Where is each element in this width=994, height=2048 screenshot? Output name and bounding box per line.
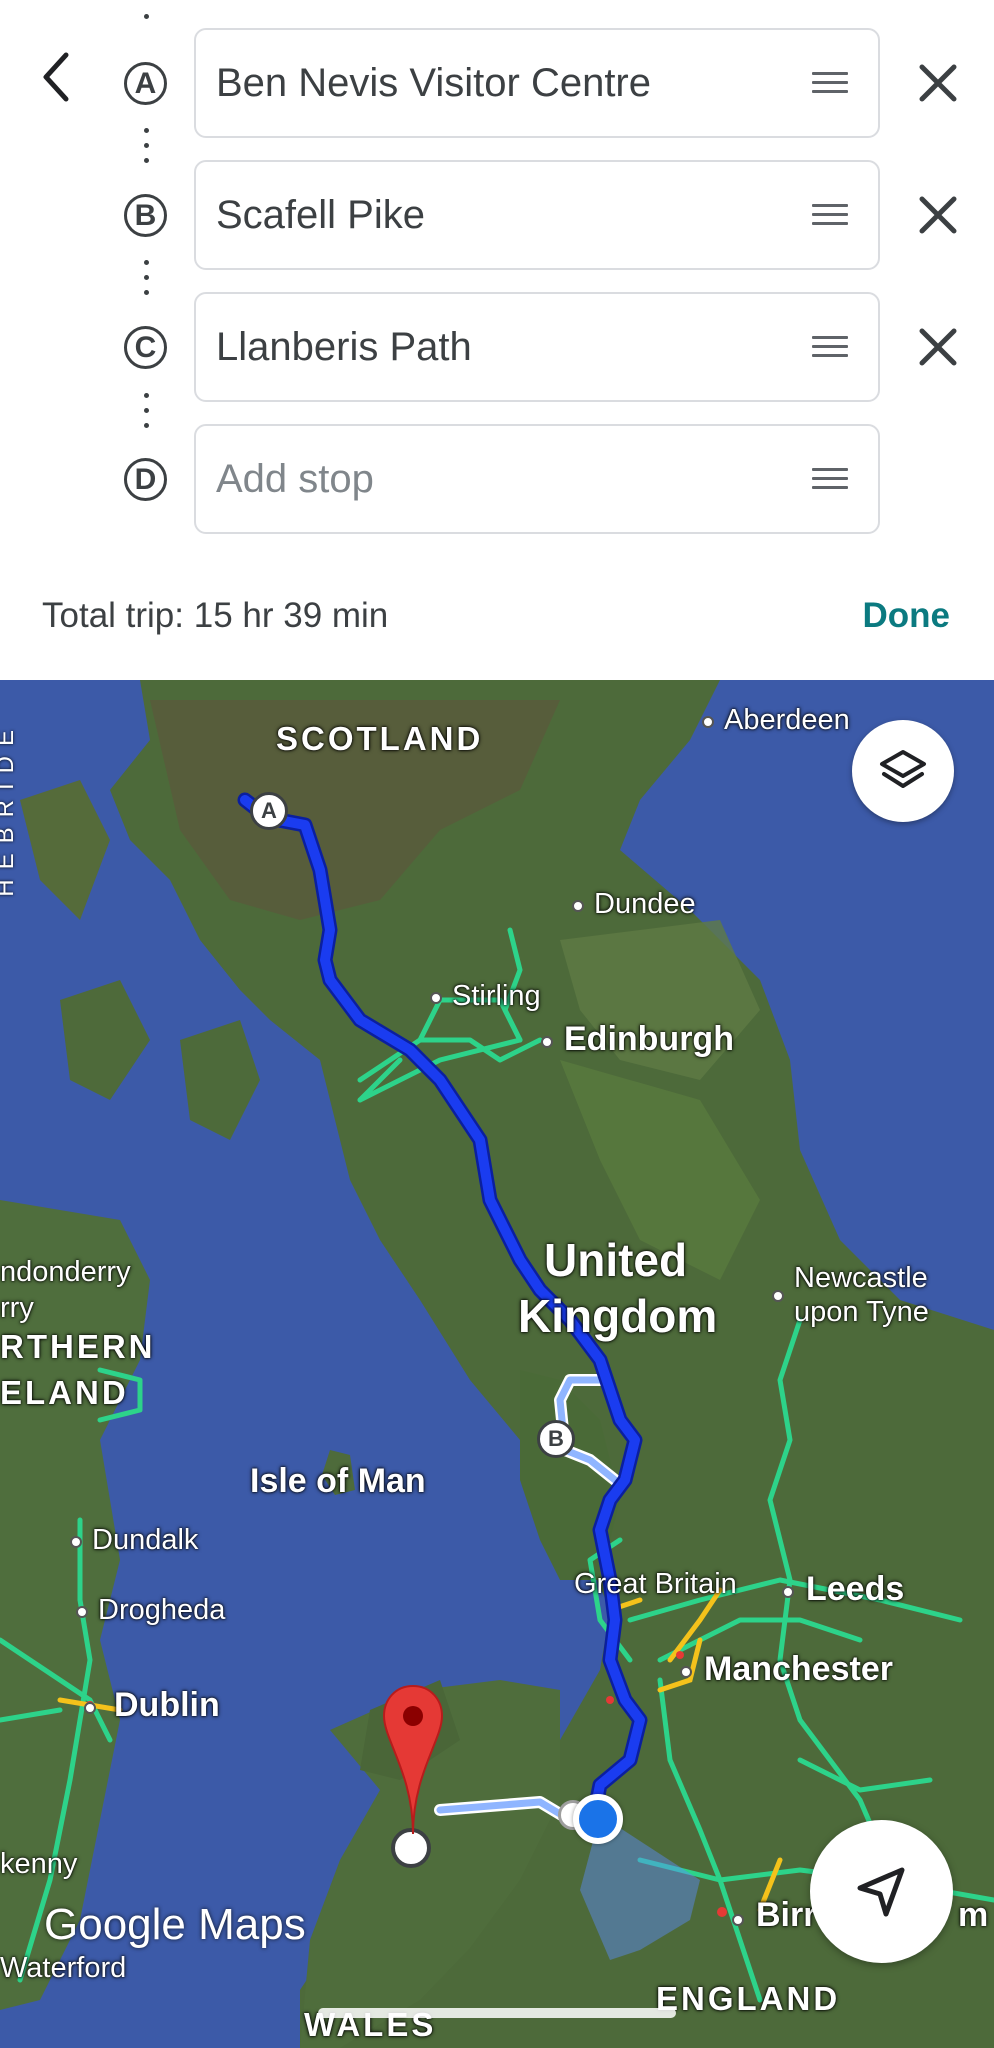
remove-stop-a-button[interactable]: [912, 57, 964, 109]
map-label-dundee: Dundee: [594, 888, 696, 920]
map-label-dublin: Dublin: [114, 1686, 220, 1724]
map-label-leeds: Leeds: [806, 1570, 905, 1608]
stop-field-b[interactable]: Scafell Pike: [194, 160, 880, 270]
stop-field-c[interactable]: Llanberis Path: [194, 292, 880, 402]
map-label-stirling: Stirling: [452, 980, 541, 1012]
done-button[interactable]: Done: [863, 596, 951, 636]
map-layers-button[interactable]: [852, 720, 954, 822]
drag-handle-icon[interactable]: [812, 336, 848, 358]
map-label-aberdeen: Aberdeen: [724, 704, 850, 736]
close-icon: [919, 196, 957, 234]
map-label-newcastle-1: Newcastle: [794, 1262, 928, 1294]
poi-dot: [572, 900, 584, 912]
map-label-great-britain: Great Britain: [574, 1568, 737, 1600]
directions-panel: A Ben Nevis Visitor Centre B Scafell Pik…: [0, 0, 994, 680]
map-label-kingdom: Kingdom: [518, 1290, 718, 1342]
add-stop-placeholder: Add stop: [216, 457, 374, 501]
connector-dots: [144, 260, 149, 305]
poi-dot: [76, 1606, 88, 1618]
connector-dots: [144, 393, 149, 438]
poi-dot: [702, 716, 714, 728]
drag-handle-icon[interactable]: [812, 204, 848, 226]
remove-stop-c-button[interactable]: [912, 321, 964, 373]
poi-dot: [782, 1586, 794, 1598]
map-label-londonderry-1: ndonderry: [0, 1256, 131, 1288]
stop-marker-b: B: [124, 194, 167, 237]
map-label-drogheda: Drogheda: [98, 1594, 226, 1626]
poi-dot: [541, 1036, 553, 1048]
poi-dot: [84, 1702, 96, 1714]
map-label-england: ENGLAND: [656, 1980, 841, 2017]
stop-label: Scafell Pike: [216, 193, 425, 237]
map-label-ireland: ELAND: [0, 1374, 129, 1411]
destination-pin-icon[interactable]: [380, 1680, 446, 1840]
map-label-waterford: Waterford: [0, 1952, 127, 1984]
stop-field-a[interactable]: Ben Nevis Visitor Centre: [194, 28, 880, 138]
map-label-united: United: [544, 1234, 688, 1286]
add-stop-field[interactable]: Add stop: [194, 424, 880, 534]
connector-dots: [144, 128, 149, 173]
start-navigation-button[interactable]: [810, 1820, 953, 1963]
poi-dot: [732, 1914, 744, 1926]
stop-marker-d: D: [124, 458, 167, 501]
current-location-dot[interactable]: [573, 1794, 623, 1844]
map-label-kilkenny: kenny: [0, 1848, 78, 1880]
map-label-scotland: SCOTLAND: [276, 720, 484, 757]
stop-marker-c: C: [124, 326, 167, 369]
back-button[interactable]: [30, 45, 82, 109]
total-trip-time: Total trip: 15 hr 39 min: [42, 596, 389, 635]
map-label-birmingham: Birr: [756, 1896, 817, 1934]
remove-stop-b-button[interactable]: [912, 189, 964, 241]
connector-dots: [144, 14, 149, 29]
poi-dot: [680, 1666, 692, 1678]
layers-icon: [880, 750, 926, 788]
map-label-birmingham-tail: m: [958, 1896, 989, 1934]
poi-dot: [772, 1290, 784, 1302]
stop-marker-a: A: [124, 62, 167, 105]
map-label-northern: RTHERN: [0, 1328, 156, 1365]
navigation-arrow-icon: [857, 1867, 904, 1916]
poi-dot: [70, 1536, 82, 1548]
close-icon: [919, 64, 957, 102]
drag-handle-icon[interactable]: [812, 468, 848, 490]
home-indicator[interactable]: [318, 2008, 676, 2018]
chevron-left-icon: [43, 52, 69, 102]
map-label-hebrides: HEBRIDE: [0, 720, 19, 897]
map-label-manchester: Manchester: [704, 1650, 893, 1688]
google-maps-watermark: Google Maps: [44, 1900, 306, 1949]
poi-dot: [430, 992, 442, 1004]
map-label-dundalk: Dundalk: [92, 1524, 199, 1556]
map-label-edinburgh: Edinburgh: [564, 1020, 734, 1058]
drag-handle-icon[interactable]: [812, 72, 848, 94]
stop-label: Ben Nevis Visitor Centre: [216, 61, 651, 105]
close-icon: [919, 328, 957, 366]
map-label-isle-of-man: Isle of Man: [250, 1462, 426, 1500]
route-marker-a[interactable]: A: [250, 792, 288, 830]
map-label-newcastle-2: upon Tyne: [794, 1296, 929, 1328]
route-marker-b[interactable]: B: [537, 1420, 575, 1458]
stop-label: Llanberis Path: [216, 325, 472, 369]
map-label-londonderry-2: rry: [0, 1292, 34, 1324]
map-view[interactable]: A B HEBRIDE SCOTLAND Aberdeen Dundee Sti…: [0, 680, 994, 2048]
